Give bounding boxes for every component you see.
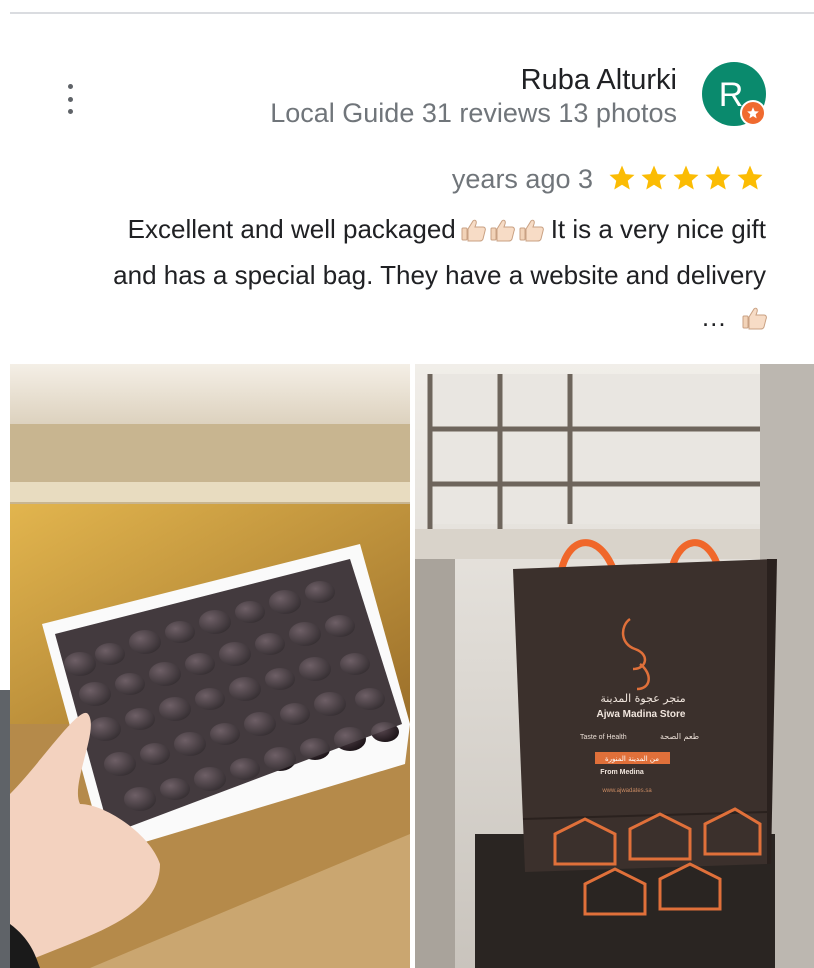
more-vert-icon <box>67 84 73 89</box>
review-text[interactable]: Excellent and well packaged It is a very… <box>60 208 767 338</box>
star-icon <box>609 165 635 190</box>
bag-brand: Ajwa Madina Store <box>597 709 686 720</box>
star-rating <box>607 163 765 193</box>
bag-taste-ar: طعم الصحة <box>660 732 699 741</box>
thumbs-up-icon <box>519 219 545 242</box>
thumbs-up-emoji-group <box>461 212 545 254</box>
star-icon <box>641 165 667 190</box>
left-edge-bar <box>0 690 10 968</box>
review-text-line1b: It is a very nice gift <box>550 214 766 244</box>
review-photos: متجر عجوة المدينة Ajwa Madina Store Tast… <box>10 364 814 968</box>
bag-url: www.ajwadates.sa <box>601 788 652 794</box>
bag-taste-en: Taste of Health <box>580 734 627 741</box>
star-icon <box>737 165 763 190</box>
bag-from-en: From Medina <box>600 769 644 776</box>
thumbs-up-icon <box>742 307 767 330</box>
reviewer-meta[interactable]: Local Guide 31 reviews 13 photos <box>270 98 677 129</box>
more-options-button[interactable] <box>58 84 82 114</box>
reviewer-name[interactable]: Ruba Alturki <box>521 64 677 97</box>
thumbs-up-icon <box>461 219 486 242</box>
star-icon <box>705 165 731 190</box>
review-time: years ago 3 <box>451 164 593 194</box>
read-more-ellipsis[interactable]: … <box>701 302 727 332</box>
photo-gift-bag[interactable]: متجر عجوة المدينة Ajwa Madina Store Tast… <box>415 364 814 968</box>
bag-from-ar: من المدينة المنورة <box>605 755 659 763</box>
bag-brand-arabic: متجر عجوة المدينة <box>600 692 685 705</box>
review-text-line1: Excellent and well packaged <box>127 214 456 244</box>
thumbs-up-icon <box>490 219 516 242</box>
star-icon <box>673 165 699 190</box>
photo-dates-box[interactable] <box>10 364 410 968</box>
review-text-line2: and has a special bag. They have a websi… <box>113 260 766 290</box>
local-guide-badge-icon <box>740 100 766 126</box>
